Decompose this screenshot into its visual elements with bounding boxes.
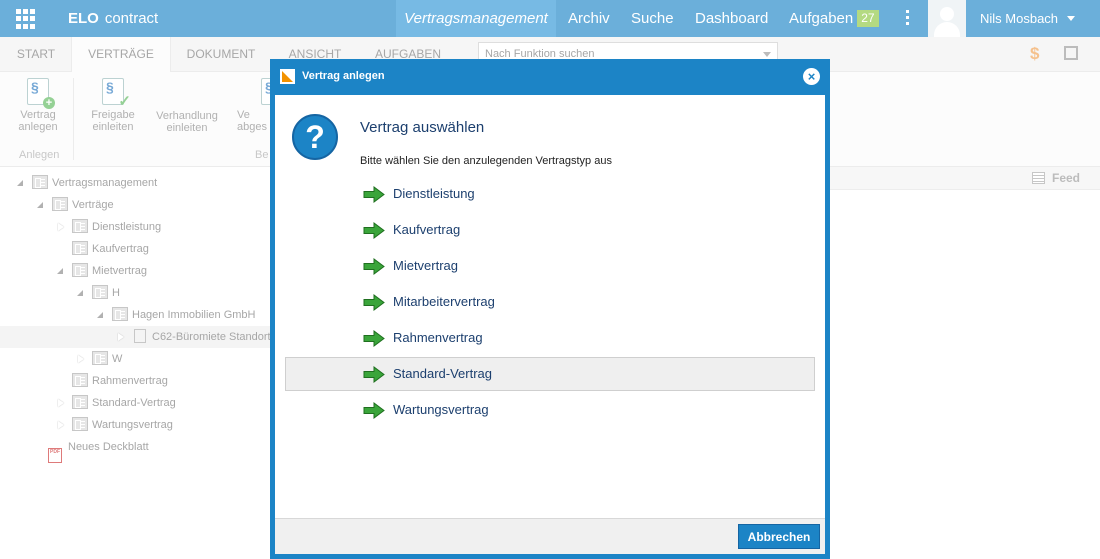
dialog-heading: Vertrag auswählen — [360, 119, 485, 136]
dialog-body: ? Vertrag auswählen Bitte wählen Sie den… — [275, 95, 825, 518]
option-standard-vertrag[interactable]: Standard-Vertrag — [285, 357, 815, 391]
green-arrow-right-icon — [363, 402, 385, 419]
option-label: Kaufvertrag — [393, 222, 461, 237]
green-arrow-right-icon — [363, 294, 385, 311]
green-arrow-right-icon — [363, 258, 385, 275]
option-mietvertrag[interactable]: Mietvertrag — [285, 249, 815, 283]
option-label: Standard-Vertrag — [393, 366, 493, 381]
dialog-title: Vertrag anlegen — [302, 70, 385, 82]
green-arrow-right-icon — [363, 186, 385, 203]
option-dienstleistung[interactable]: Dienstleistung — [285, 177, 815, 211]
green-arrow-right-icon — [363, 366, 385, 383]
green-arrow-right-icon — [363, 330, 385, 347]
cancel-button[interactable]: Abbrechen — [738, 524, 820, 549]
dialog-titlebar: Vertrag anlegen × — [270, 59, 830, 95]
option-label: Mietvertrag — [393, 258, 459, 273]
dialog-subtitle: Bitte wählen Sie den anzulegenden Vertra… — [360, 155, 612, 167]
option-label: Mitarbeitervertrag — [393, 294, 495, 309]
option-label: Wartungsvertrag — [393, 402, 489, 417]
option-mitarbeitervertrag[interactable]: Mitarbeitervertrag — [285, 285, 815, 319]
option-label: Rahmenvertrag — [393, 330, 483, 345]
option-rahmenvertrag[interactable]: Rahmenvertrag — [285, 321, 815, 355]
vertrag-anlegen-dialog: Vertrag anlegen × ? Vertrag auswählen Bi… — [270, 59, 830, 559]
option-label: Dienstleistung — [393, 186, 475, 201]
close-icon[interactable]: × — [803, 68, 820, 85]
option-kaufvertrag[interactable]: Kaufvertrag — [285, 213, 815, 247]
option-wartungsvertrag[interactable]: Wartungsvertrag — [285, 393, 815, 427]
green-arrow-right-icon — [363, 222, 385, 239]
question-icon: ? — [292, 114, 338, 160]
elo-app-icon — [280, 69, 295, 84]
dialog-footer: Abbrechen — [275, 518, 825, 554]
